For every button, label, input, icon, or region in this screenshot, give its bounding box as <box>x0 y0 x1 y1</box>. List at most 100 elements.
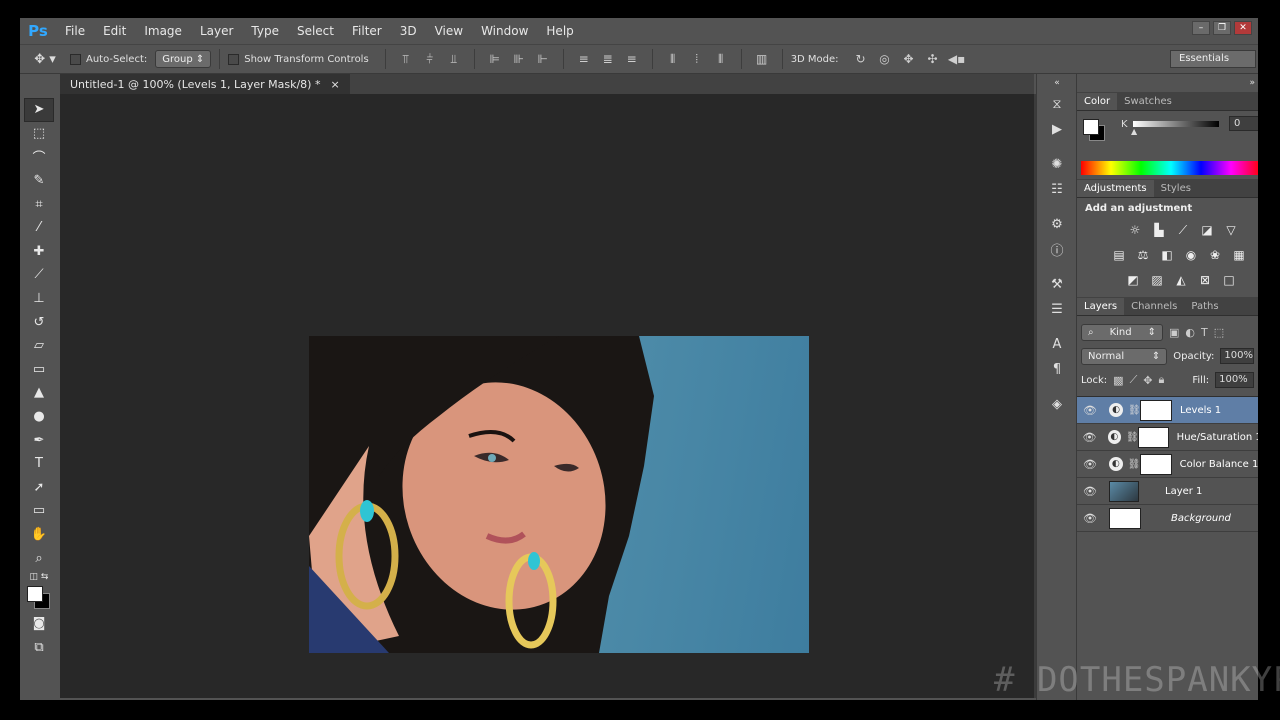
blend-mode-dropdown[interactable]: Normal ⇕ <box>1081 347 1168 365</box>
swap-colors-icon[interactable]: ◫ ⇆ <box>24 570 54 584</box>
dodge-tool-icon[interactable]: ● <box>24 405 54 429</box>
k-channel-slider[interactable] <box>1133 121 1219 127</box>
brightness-contrast-icon[interactable]: ☼ <box>1125 220 1145 240</box>
photo-filter-icon[interactable]: ◉ <box>1181 245 1201 265</box>
layer-thumbnail[interactable] <box>1109 507 1141 529</box>
layer-thumbnail[interactable] <box>1109 480 1139 502</box>
visibility-eye-icon[interactable]: 👁︎ <box>1077 404 1103 417</box>
path-selection-tool-icon[interactable]: ➚ <box>24 476 54 500</box>
menu-edit[interactable]: Edit <box>94 18 135 44</box>
lock-image-icon[interactable]: ⟋ <box>1130 373 1138 387</box>
character-panel-icon[interactable]: A <box>1037 332 1077 357</box>
pen-tool-icon[interactable]: ✒ <box>24 428 54 452</box>
collapse-dock-icon[interactable]: » <box>1077 74 1258 92</box>
selective-color-icon[interactable]: □ <box>1219 270 1239 290</box>
healing-brush-tool-icon[interactable]: ✚ <box>24 240 54 264</box>
visibility-eye-icon[interactable]: 👁︎ <box>1077 431 1102 444</box>
history-brush-tool-icon[interactable]: ↺ <box>24 310 54 334</box>
align-vertical-center-icon[interactable]: ⫩ <box>418 49 442 69</box>
layer-row-hue-saturation[interactable]: 👁︎ ◐ ⛓︎ Hue/Saturation 1 <box>1077 424 1258 451</box>
channel-mixer-icon[interactable]: ❀ <box>1205 245 1225 265</box>
paragraph-panel-icon[interactable]: ¶ <box>1037 357 1077 382</box>
transform-controls-checkbox[interactable] <box>228 53 240 65</box>
link-chain-icon[interactable]: ⛓︎ <box>1128 459 1141 470</box>
menu-image[interactable]: Image <box>135 18 191 44</box>
black-white-icon[interactable]: ◧ <box>1157 245 1177 265</box>
history-panel-icon[interactable]: ⧖ <box>1037 92 1077 117</box>
restore-icon[interactable]: ❐ <box>1213 21 1231 35</box>
align-right-icon[interactable]: ⊩ <box>531 49 555 69</box>
eraser-tool-icon[interactable]: ▱ <box>24 334 54 358</box>
layer-mask-thumbnail[interactable] <box>1140 399 1172 421</box>
canvas-area[interactable] <box>60 94 1034 698</box>
menu-filter[interactable]: Filter <box>343 18 391 44</box>
layer-row-layer-1[interactable]: 👁︎ Layer 1 <box>1077 478 1258 505</box>
layer-mask-thumbnail[interactable] <box>1137 426 1169 448</box>
layer-row-background[interactable]: 👁︎ Background <box>1077 505 1258 532</box>
gradient-tool-icon[interactable]: ▭ <box>24 358 54 382</box>
tab-paths[interactable]: Paths <box>1184 298 1225 315</box>
fill-field[interactable]: 100% <box>1215 372 1254 388</box>
actions-panel-icon[interactable]: ▶ <box>1037 117 1077 142</box>
adjust-panel-icon[interactable]: ☰ <box>1037 297 1077 322</box>
type-tool-icon[interactable]: T <box>24 452 54 476</box>
tool-presets-icon[interactable]: ⚒ <box>1037 272 1077 297</box>
slider-thumb-icon[interactable]: ▲ <box>1131 127 1137 136</box>
menu-type[interactable]: Type <box>242 18 288 44</box>
info-panel-icon[interactable]: ⓘ <box>1037 237 1077 262</box>
tab-layers[interactable]: Layers <box>1077 298 1125 315</box>
menu-view[interactable]: View <box>426 18 472 44</box>
lasso-tool-icon[interactable]: ⌒ <box>24 145 54 169</box>
layer-mask-thumbnail[interactable] <box>1139 453 1172 475</box>
rectangle-tool-icon[interactable]: ▭ <box>24 499 54 523</box>
auto-select-option[interactable]: Auto-Select: <box>70 53 147 65</box>
distribute-hcenter-icon[interactable]: ⦙ <box>685 49 709 69</box>
lock-position-icon[interactable]: ✥ <box>1143 374 1152 387</box>
tab-swatches[interactable]: Swatches <box>1117 93 1179 110</box>
filter-adjustment-icon[interactable]: ◐ <box>1185 326 1195 339</box>
color-swatches[interactable] <box>24 584 54 612</box>
align-top-icon[interactable]: ⫪ <box>394 49 418 69</box>
filter-shape-icon[interactable]: ⬚ <box>1214 326 1224 339</box>
canvas-photo[interactable] <box>309 336 809 653</box>
threshold-icon[interactable]: ◭ <box>1171 270 1191 290</box>
exposure-icon[interactable]: ◪ <box>1197 220 1217 240</box>
gradient-map-icon[interactable]: ⊠ <box>1195 270 1215 290</box>
align-left-icon[interactable]: ⊫ <box>483 49 507 69</box>
menu-window[interactable]: Window <box>472 18 537 44</box>
menu-file[interactable]: File <box>56 18 94 44</box>
layer-filter-dropdown[interactable]: ⌕ Kind ⇕ <box>1081 323 1163 341</box>
blur-tool-icon[interactable]: ▲ <box>24 381 54 405</box>
vibrance-icon[interactable]: ▽ <box>1221 220 1241 240</box>
k-channel-value[interactable]: 0 <box>1229 116 1258 131</box>
crop-tool-icon[interactable]: ⌗ <box>24 192 54 216</box>
brush-presets-icon[interactable]: ✺ <box>1037 152 1077 177</box>
move-tool-preset-icon[interactable]: ✥ ▾ <box>20 47 70 71</box>
3d-scale-icon[interactable]: ◀▪ <box>945 49 969 69</box>
3d-slide-icon[interactable]: ✣ <box>921 49 945 69</box>
link-chain-icon[interactable]: ⛓︎ <box>1128 405 1141 416</box>
foreground-color-swatch[interactable] <box>27 585 43 602</box>
eyedropper-tool-icon[interactable]: ⁄ <box>24 216 54 240</box>
hue-saturation-icon[interactable]: ▤ <box>1109 245 1129 265</box>
color-lookup-icon[interactable]: ▦ <box>1229 245 1249 265</box>
distribute-center-icon[interactable]: ≣ <box>596 49 620 69</box>
3d-roll-icon[interactable]: ◎ <box>873 49 897 69</box>
properties-panel-icon[interactable]: ⚙ <box>1037 212 1077 237</box>
menu-3d[interactable]: 3D <box>391 18 426 44</box>
workspace-switcher[interactable]: Essentials <box>1170 50 1256 68</box>
color-foreground-swatch[interactable] <box>1083 119 1099 135</box>
curves-icon[interactable]: ⟋ <box>1173 220 1193 240</box>
menu-help[interactable]: Help <box>537 18 582 44</box>
posterize-icon[interactable]: ▨ <box>1147 270 1167 290</box>
transform-controls-option[interactable]: Show Transform Controls <box>228 53 369 65</box>
visibility-eye-icon[interactable]: 👁︎ <box>1077 485 1103 498</box>
marquee-tool-icon[interactable]: ⬚ <box>24 122 54 146</box>
lock-all-icon[interactable]: 🔒︎ <box>1159 373 1165 387</box>
quick-selection-tool-icon[interactable]: ✎ <box>24 169 54 193</box>
clone-stamp-tool-icon[interactable]: ⊥ <box>24 287 54 311</box>
quick-mask-icon[interactable]: ◙ <box>24 612 54 636</box>
lock-transparent-icon[interactable]: ▩ <box>1113 374 1123 387</box>
3d-rotate-icon[interactable]: ↻ <box>849 49 873 69</box>
zoom-tool-icon[interactable]: ⌕ <box>24 546 54 570</box>
